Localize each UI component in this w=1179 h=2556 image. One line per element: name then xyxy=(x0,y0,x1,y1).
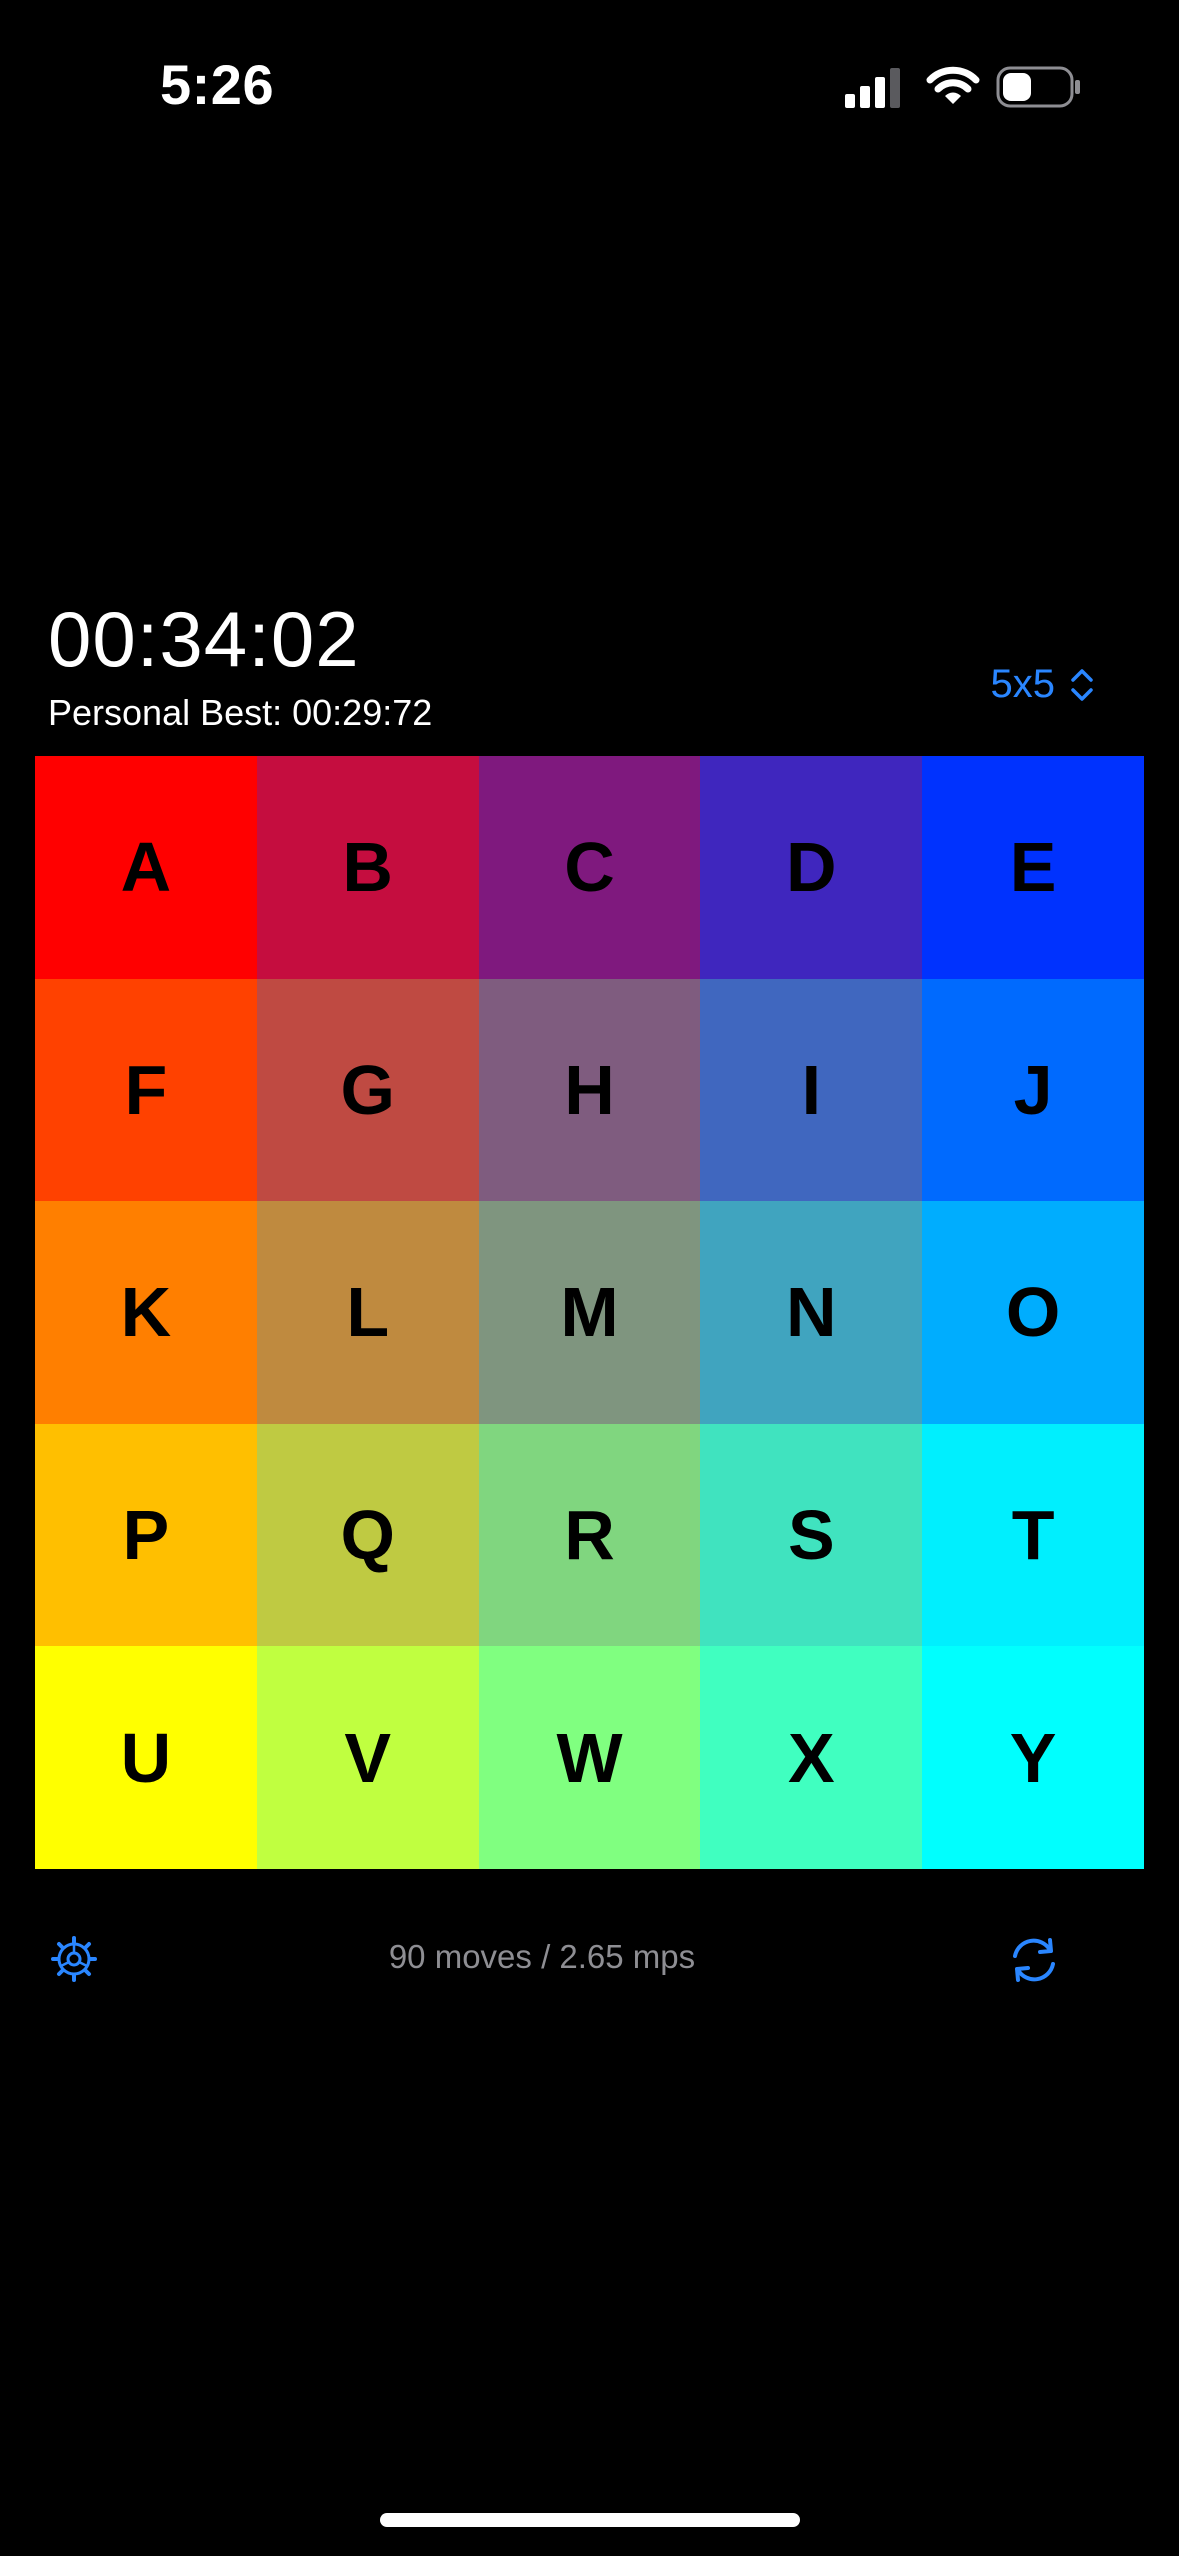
tile-u[interactable]: U xyxy=(35,1646,257,1869)
tile-w[interactable]: W xyxy=(478,1646,701,1869)
tile-c[interactable]: C xyxy=(478,756,701,979)
tile-m[interactable]: M xyxy=(478,1201,701,1424)
tile-q[interactable]: Q xyxy=(256,1423,479,1647)
bottom-toolbar: 90 moves / 2.65 mps xyxy=(0,1920,1179,2000)
wifi-icon xyxy=(926,66,980,104)
battery-icon xyxy=(996,66,1080,108)
puzzle-board: ABCDE FGHIJ KLMNO PQRST UVWXY xyxy=(35,756,1144,1869)
tile-o[interactable]: O xyxy=(922,1201,1144,1424)
status-time: 5:26 xyxy=(160,53,275,116)
tile-a[interactable]: A xyxy=(35,756,257,979)
personal-best-label: Personal Best: 00:29:72 xyxy=(48,692,433,733)
tile-s[interactable]: S xyxy=(700,1423,923,1647)
tile-i[interactable]: I xyxy=(700,978,923,1202)
board-size-label: 5x5 xyxy=(990,662,1056,706)
elapsed-timer: 00:34:02 xyxy=(48,595,360,683)
tile-d[interactable]: D xyxy=(700,756,923,979)
tile-t[interactable]: T xyxy=(922,1423,1144,1647)
tile-h[interactable]: H xyxy=(478,978,701,1202)
tile-j[interactable]: J xyxy=(922,978,1144,1202)
status-bar: 5:26 xyxy=(0,0,1179,170)
tile-r[interactable]: R xyxy=(478,1423,701,1647)
tile-b[interactable]: B xyxy=(256,756,479,979)
move-stats: 90 moves / 2.65 mps xyxy=(388,1938,696,1975)
tile-e[interactable]: E xyxy=(922,756,1144,979)
tile-f[interactable]: F xyxy=(35,978,257,1202)
board-size-picker[interactable]: 5x5 xyxy=(991,662,1096,707)
tile-g[interactable]: G xyxy=(256,978,479,1202)
tile-x[interactable]: X xyxy=(700,1646,923,1869)
refresh-icon[interactable] xyxy=(1006,1934,1062,1986)
cellular-signal-icon xyxy=(845,68,900,108)
tile-p[interactable]: P xyxy=(35,1423,257,1647)
tile-l[interactable]: L xyxy=(256,1201,479,1424)
tile-n[interactable]: N xyxy=(700,1201,923,1424)
tile-y[interactable]: Y xyxy=(922,1646,1144,1869)
tile-k[interactable]: K xyxy=(35,1201,257,1424)
chevron-up-down-icon xyxy=(1071,668,1093,701)
tile-v[interactable]: V xyxy=(256,1646,479,1869)
home-indicator[interactable] xyxy=(380,2513,800,2527)
